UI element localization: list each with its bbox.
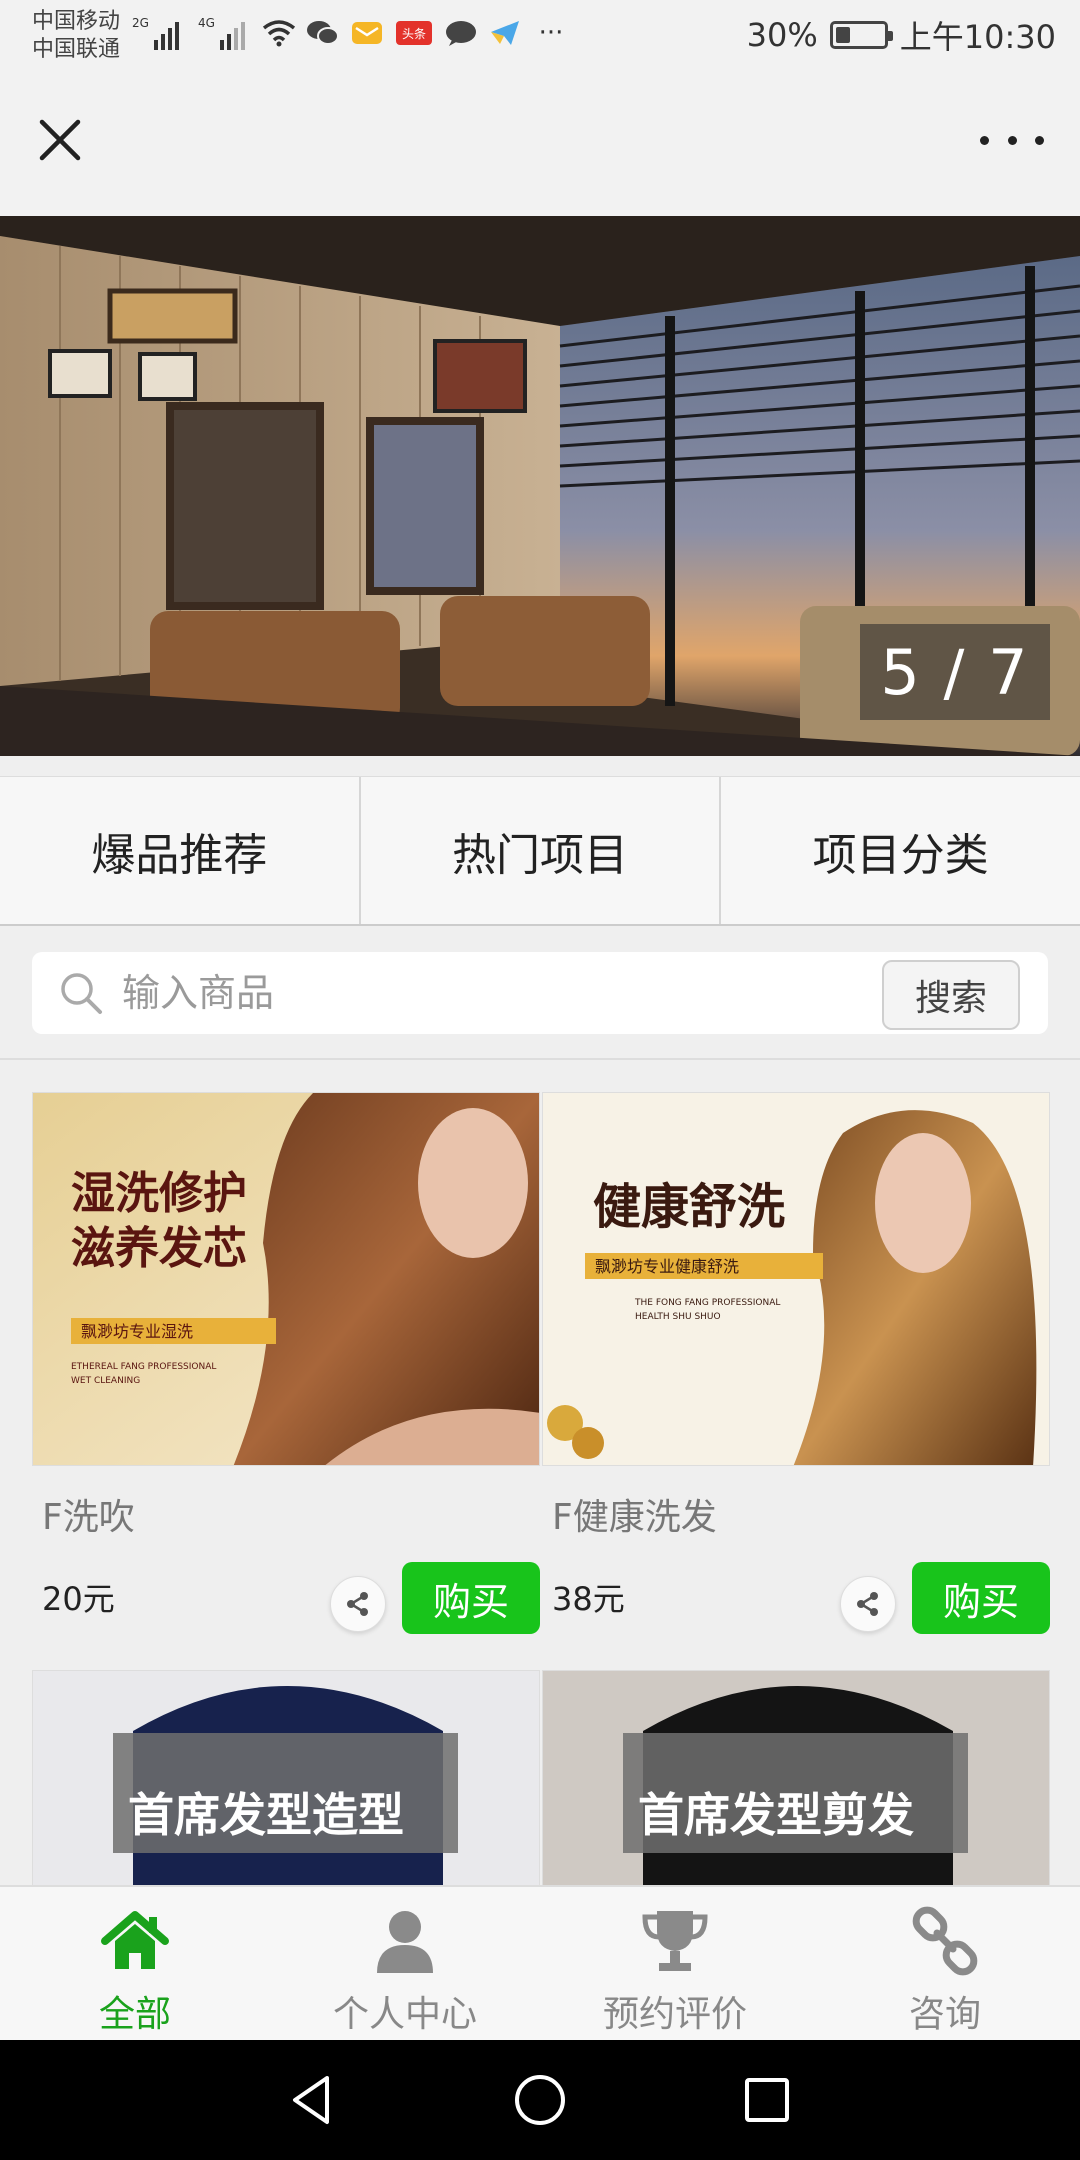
- carrier-1: 中国移动: [32, 9, 121, 34]
- back-icon[interactable]: [281, 2068, 345, 2132]
- image-title-1: 首席发型剪发: [638, 1788, 914, 1842]
- recent-apps-icon[interactable]: [735, 2068, 799, 2132]
- app-notification-icon: [488, 18, 522, 48]
- search-button[interactable]: 搜索: [882, 960, 1020, 1030]
- tab-hot-recommend[interactable]: 爆品推荐: [0, 777, 361, 924]
- nav-label: 个人中心: [332, 1994, 477, 2035]
- product-price: 38元: [552, 1580, 625, 1618]
- product-grid: 湿洗修护 滋养发芯 飘渺坊专业湿洗 ETHEREAL FANG PROFESSI…: [0, 1060, 1080, 1885]
- image-tag: 飘渺坊专业健康舒洗: [595, 1257, 739, 1276]
- product-card[interactable]: 首席发型造型: [32, 1670, 540, 1885]
- more-notifications-icon: ···: [538, 18, 564, 48]
- link-icon: [912, 1906, 978, 1976]
- buy-button[interactable]: 购买: [402, 1562, 540, 1634]
- carrier-2: 中国联通: [32, 37, 121, 62]
- message-icon: [444, 18, 478, 48]
- search-icon: [61, 973, 102, 1014]
- nav-label: 咨询: [908, 1994, 981, 2035]
- toutiao-icon: 头条: [394, 18, 434, 48]
- trophy-icon: [642, 1911, 708, 1971]
- image-title-1: 健康舒洗: [593, 1179, 785, 1235]
- image-title-1: 首席发型造型: [128, 1788, 404, 1842]
- user-icon: [377, 1911, 433, 1973]
- product-card[interactable]: 健康舒洗 飘渺坊专业健康舒洗 THE FONG FANG PROFESSIONA…: [542, 1092, 1050, 1648]
- product-card[interactable]: 湿洗修护 滋养发芯 飘渺坊专业湿洗 ETHEREAL FANG PROFESSI…: [32, 1092, 540, 1648]
- product-card[interactable]: 首席发型剪发: [542, 1670, 1050, 1885]
- search-input[interactable]: [122, 952, 902, 1034]
- nav-item-all[interactable]: 全部: [0, 1887, 270, 2040]
- nav-item-consult[interactable]: 咨询: [810, 1887, 1080, 2040]
- battery-percent: 30%: [746, 16, 818, 54]
- nav-item-profile[interactable]: 个人中心: [270, 1887, 540, 2040]
- carousel-counter: 5 / 7: [860, 624, 1050, 720]
- product-name: F洗吹: [42, 1497, 135, 1538]
- image-en-1: THE FONG FANG PROFESSIONAL: [634, 1298, 780, 1308]
- banner-carousel[interactable]: 5 / 7: [0, 216, 1080, 756]
- product-image[interactable]: 首席发型造型: [32, 1670, 540, 1885]
- share-icon[interactable]: [330, 1576, 386, 1632]
- carrier-info: 中国移动 中国联通: [32, 8, 120, 64]
- search-section: 搜索: [0, 926, 1080, 1060]
- signal-4g-icon: 4G: [198, 16, 245, 50]
- close-icon[interactable]: [36, 116, 84, 164]
- product-price: 20元: [42, 1580, 115, 1618]
- image-en-1: ETHEREAL FANG PROFESSIONAL: [71, 1362, 216, 1372]
- nav-label: 全部: [98, 1994, 171, 2035]
- product-name: F健康洗发: [552, 1497, 717, 1538]
- network-4g-label: 4G: [198, 16, 215, 30]
- system-nav-bar: [0, 2040, 1080, 2160]
- tab-item-categories[interactable]: 项目分类: [721, 777, 1080, 924]
- title-bar: [0, 72, 1080, 216]
- image-en-2: HEALTH SHU SHUO: [635, 1312, 721, 1322]
- status-right: 30% 上午10:30: [747, 12, 1056, 58]
- buy-button[interactable]: 购买: [912, 1562, 1050, 1634]
- nav-item-booking-review[interactable]: 预约评价: [540, 1887, 810, 2040]
- home-circle-icon[interactable]: [508, 2068, 572, 2132]
- share-icon[interactable]: [840, 1576, 896, 1632]
- toutiao-badge: 头条: [396, 21, 432, 45]
- product-image[interactable]: 健康舒洗 飘渺坊专业健康舒洗 THE FONG FANG PROFESSIONA…: [542, 1092, 1050, 1466]
- category-tabs: 爆品推荐 热门项目 项目分类: [0, 776, 1080, 926]
- image-title-1: 湿洗修护: [71, 1168, 247, 1219]
- clock: 上午10:30: [899, 18, 1056, 56]
- nav-label: 预约评价: [602, 1994, 747, 2035]
- signal-2g-icon: 2G: [132, 16, 179, 50]
- status-bar: 中国移动 中国联通 2G 4G 头条 ··· 30% 上午10:30: [0, 0, 1080, 72]
- tab-popular-items[interactable]: 热门项目: [361, 777, 722, 924]
- wechat-icon: [306, 18, 340, 48]
- bottom-nav: 全部 个人中心 预约评价 咨询: [0, 1885, 1080, 2040]
- battery-icon: [829, 21, 893, 49]
- product-image[interactable]: 首席发型剪发: [542, 1670, 1050, 1885]
- network-2g-label: 2G: [132, 16, 149, 30]
- product-image[interactable]: 湿洗修护 滋养发芯 飘渺坊专业湿洗 ETHEREAL FANG PROFESSI…: [32, 1092, 540, 1466]
- home-icon: [101, 1911, 169, 1969]
- more-menu-icon[interactable]: [980, 124, 1044, 156]
- image-tag: 飘渺坊专业湿洗: [81, 1322, 193, 1341]
- image-en-2: WET CLEANING: [71, 1376, 140, 1386]
- image-title-2: 滋养发芯: [71, 1223, 247, 1274]
- mail-icon: [350, 18, 384, 48]
- search-box: 搜索: [32, 952, 1048, 1034]
- wifi-icon: [262, 18, 296, 48]
